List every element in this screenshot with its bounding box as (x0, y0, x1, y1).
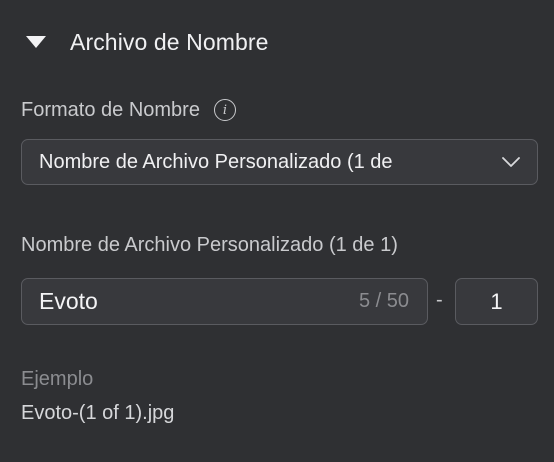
section-header-toggle[interactable]: Archivo de Nombre (22, 26, 269, 58)
section-title: Archivo de Nombre (70, 28, 269, 55)
custom-name-label: Nombre de Archivo Personalizado (1 de 1) (21, 234, 398, 256)
chevron-down-icon (502, 157, 520, 167)
format-label-row: Formato de Nombre i (21, 96, 236, 124)
file-naming-panel: Archivo de Nombre Formato de Nombre i No… (0, 0, 554, 462)
example-filename: Evoto-(1 of 1).jpg (21, 402, 175, 424)
info-icon[interactable]: i (213, 99, 236, 121)
custom-name-input[interactable]: Evoto 5 / 50 (21, 278, 428, 325)
custom-name-value: Evoto (39, 288, 98, 314)
character-counter: 5 / 50 (358, 290, 409, 312)
example-label: Ejemplo (21, 368, 94, 390)
format-select-value: Nombre de Archivo Personalizado (1 de (39, 150, 393, 173)
sequence-number-input[interactable]: 1 (455, 278, 538, 325)
separator-dash: - (436, 289, 443, 311)
format-label: Formato de Nombre (21, 98, 200, 121)
format-select[interactable]: Nombre de Archivo Personalizado (1 de (21, 139, 538, 185)
caret-down-icon[interactable] (26, 36, 46, 48)
